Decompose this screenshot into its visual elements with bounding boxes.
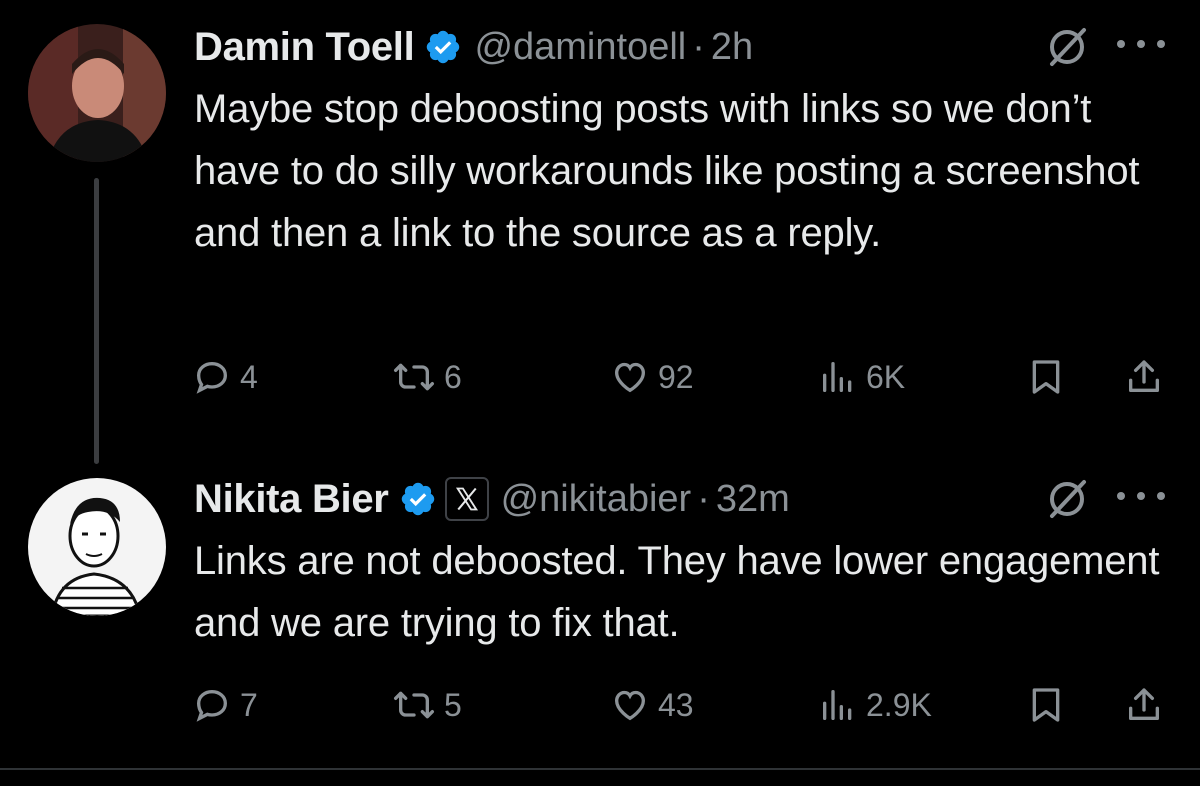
views-icon [823, 362, 852, 392]
tweet-text: Links are not deboosted. They have lower… [194, 539, 1160, 645]
share-icon [1129, 360, 1159, 392]
avatar-photo [28, 24, 166, 162]
views-button[interactable]: 6K [818, 352, 905, 402]
like-button[interactable]: 92 [610, 352, 694, 402]
tweet-header: Nikita Bier @nikitabier · 32m [194, 474, 790, 524]
view-count: 2.9K [866, 686, 932, 723]
author-handle[interactable]: @nikitabier [501, 478, 692, 521]
repost-button[interactable]: 5 [392, 680, 462, 730]
tweet-damin-toell[interactable]: Damin Toell @damintoell · 2h Maybe stop … [0, 0, 1200, 470]
share-icon [1129, 688, 1159, 720]
tweet-header: Damin Toell @damintoell · 2h [194, 22, 753, 72]
like-count: 92 [658, 358, 694, 395]
separator-dot: · [692, 25, 705, 68]
repost-icon [393, 363, 434, 391]
view-count: 6K [866, 358, 906, 395]
author-name[interactable]: Nikita Bier [194, 477, 389, 522]
views-icon [823, 690, 852, 720]
bookmark-icon [1032, 688, 1060, 722]
like-button[interactable]: 43 [610, 680, 694, 730]
bottom-divider [0, 768, 1200, 770]
repost-button[interactable]: 6 [392, 352, 462, 402]
verified-badge-icon[interactable] [399, 480, 437, 518]
like-icon [614, 690, 646, 721]
bookmark-button[interactable] [1026, 352, 1066, 402]
views-button[interactable]: 2.9K [818, 680, 932, 730]
verified-badge-icon[interactable] [424, 28, 462, 66]
grok-icon[interactable] [1044, 24, 1090, 70]
like-count: 43 [658, 686, 694, 723]
author-handle[interactable]: @damintoell [474, 26, 686, 69]
repost-count: 5 [444, 686, 462, 723]
like-icon [614, 362, 646, 393]
reply-count: 4 [240, 358, 258, 395]
reply-button[interactable]: 7 [192, 680, 258, 730]
author-name[interactable]: Damin Toell [194, 25, 415, 70]
affiliation-badge[interactable] [444, 477, 489, 521]
tweet-nikita-bier[interactable]: Nikita Bier @nikitabier · 32m Links are … [0, 470, 1200, 770]
avatar[interactable] [28, 24, 166, 162]
reply-button[interactable]: 4 [192, 352, 258, 402]
reply-count: 7 [240, 686, 258, 723]
grok-icon[interactable] [1044, 476, 1090, 522]
tweet-text: Maybe stop deboosting posts with links s… [194, 87, 1140, 255]
share-button[interactable] [1124, 680, 1164, 730]
x-logo-icon [455, 487, 478, 511]
avatar-sketch [28, 478, 166, 616]
avatar[interactable] [28, 478, 166, 616]
bookmark-icon [1032, 360, 1060, 394]
reply-icon [196, 689, 228, 722]
repost-icon [393, 691, 434, 719]
tweet-actions: 7 5 43 2.9K [0, 680, 1200, 730]
more-icon[interactable] [1112, 486, 1170, 506]
reply-icon [196, 361, 228, 394]
share-button[interactable] [1124, 352, 1164, 402]
repost-count: 6 [444, 358, 462, 395]
bookmark-button[interactable] [1026, 680, 1066, 730]
timestamp[interactable]: 2h [711, 26, 753, 69]
thread-connector-line [94, 178, 99, 464]
timestamp[interactable]: 32m [716, 478, 790, 521]
more-icon[interactable] [1112, 34, 1170, 54]
tweet-actions: 4 6 92 6K [0, 352, 1200, 402]
separator-dot: · [697, 477, 710, 520]
